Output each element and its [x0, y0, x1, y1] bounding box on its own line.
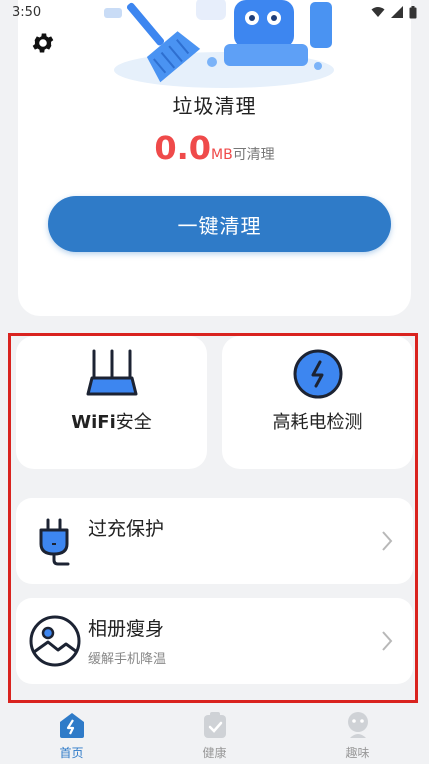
- wifi-label-rest: 安全: [115, 412, 152, 433]
- wifi-label-bold: WiFi: [71, 412, 116, 433]
- wifi-security-label: WiFi安全: [16, 408, 207, 434]
- junk-amount: 0.0MB可清理: [18, 128, 411, 175]
- album-slimming-subtitle: 缓解手机降温: [88, 652, 167, 667]
- fun-face-icon: [347, 712, 368, 738]
- nav-health-label: 健康: [202, 746, 227, 760]
- settings-gear-icon[interactable]: [30, 30, 56, 56]
- nav-health[interactable]: 健康: [143, 704, 286, 764]
- bottom-navigation: 首页 健康 趣味: [0, 704, 429, 764]
- album-slimming-title: 相册瘦身: [88, 618, 165, 640]
- wifi-router-icon: [86, 349, 137, 396]
- overcharge-title: 过充保护: [88, 518, 165, 540]
- battery-icon: [409, 5, 417, 18]
- status-bar: 3:50: [0, 0, 429, 24]
- junk-cleaner-card: 垃圾清理 0.0MB可清理 一键清理: [18, 0, 411, 316]
- power-drain-label: 高耗电检测: [272, 412, 363, 433]
- health-clipboard-icon: [203, 712, 226, 738]
- junk-clean-title: 垃圾清理: [172, 94, 257, 118]
- home-bolt-icon: [59, 713, 84, 738]
- wifi-signal-icon: [371, 7, 385, 17]
- status-time: 3:50: [12, 4, 42, 20]
- album-slimming-row[interactable]: 相册瘦身 缓解手机降温: [16, 598, 413, 684]
- chevron-right-icon: [382, 531, 393, 551]
- junk-amount-unit: MB: [211, 147, 233, 163]
- nav-home-label: 首页: [59, 746, 84, 760]
- nav-fun-label: 趣味: [345, 746, 370, 760]
- junk-amount-value: 0.0: [154, 129, 211, 167]
- power-plug-icon: [39, 518, 70, 566]
- cell-signal-icon: [391, 6, 403, 18]
- power-drain-tile[interactable]: 高耗电检测: [222, 336, 413, 469]
- overcharge-protection-row[interactable]: 过充保护: [16, 498, 413, 584]
- junk-amount-suffix: 可清理: [232, 147, 275, 163]
- nav-home[interactable]: 首页: [0, 704, 143, 764]
- nav-fun[interactable]: 趣味: [286, 704, 429, 764]
- lightning-bolt-icon: [293, 349, 342, 399]
- wifi-security-tile[interactable]: WiFi安全: [16, 336, 207, 469]
- chevron-right-icon: [382, 631, 393, 651]
- photo-album-icon: [29, 615, 81, 667]
- one-click-clean-button[interactable]: 一键清理: [48, 196, 391, 252]
- status-icons: [371, 5, 417, 19]
